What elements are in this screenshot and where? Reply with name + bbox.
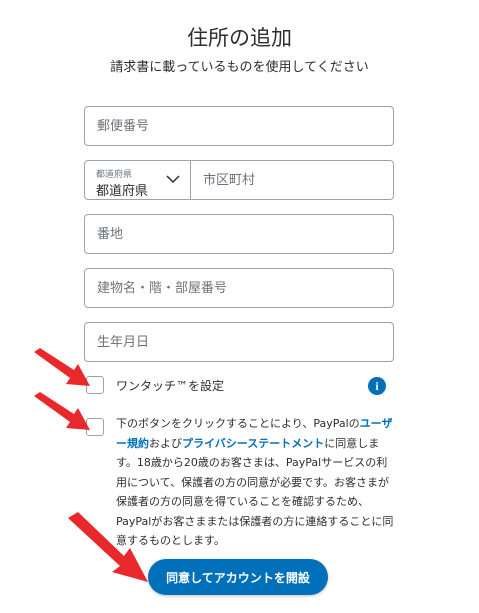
birthdate-input[interactable] <box>85 323 393 361</box>
consent-text-part2: および <box>149 436 182 450</box>
annotation-arrow-icon <box>34 392 90 430</box>
birthdate-field[interactable] <box>84 322 394 362</box>
building-field[interactable] <box>84 268 394 308</box>
chevron-down-icon <box>166 175 180 184</box>
info-icon[interactable]: i <box>368 377 386 395</box>
city-field[interactable] <box>191 161 393 199</box>
prefecture-city-row: 都道府県 都道府県 <box>84 160 394 200</box>
postal-code-field[interactable] <box>84 106 394 146</box>
annotation-arrow-icon <box>68 512 148 582</box>
street-input[interactable] <box>85 215 393 253</box>
prefecture-value: 都道府県 <box>96 184 149 199</box>
agree-open-account-button[interactable]: 同意してアカウントを開設 <box>148 559 328 595</box>
one-touch-label: ワンタッチ™を設定 <box>116 379 225 393</box>
city-input[interactable] <box>191 161 393 199</box>
page-title: 住所の追加 <box>187 26 292 50</box>
page-subtitle: 請求書に載っているものを使用してください <box>110 60 369 75</box>
prefecture-label: 都道府県 <box>96 170 133 180</box>
annotation-arrow-icon <box>34 348 90 386</box>
postal-code-input[interactable] <box>85 107 393 145</box>
prefecture-select[interactable]: 都道府県 都道府県 <box>85 161 191 199</box>
privacy-statement-link[interactable]: プライバシーステートメント <box>182 437 324 450</box>
building-input[interactable] <box>85 269 393 307</box>
consent-text: 下のボタンをクリックすることにより、PayPalのユーザー規約およびプライバシー… <box>116 414 398 551</box>
consent-text-part1: 下のボタンをクリックすることにより、PayPalの <box>116 417 360 430</box>
street-field[interactable] <box>84 214 394 254</box>
consent-text-part3: に同意します。18歳から20歳のお客さまは、PayPalサービスの利用について、… <box>116 436 394 548</box>
